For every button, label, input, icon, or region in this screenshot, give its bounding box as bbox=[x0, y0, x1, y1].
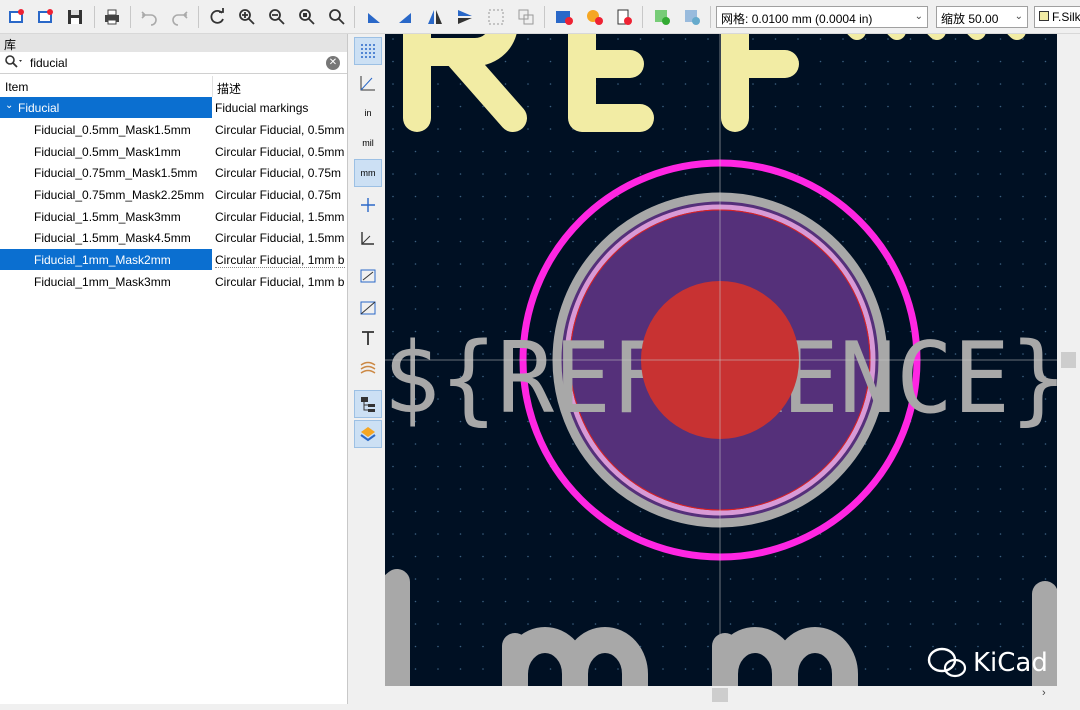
library-panel: 库 fiducial ✕ Item 描述 ⌄ Fiducial Fiducial… bbox=[0, 34, 348, 704]
scroll-right-icon[interactable]: › bbox=[1042, 687, 1046, 699]
local-coords-icon[interactable] bbox=[354, 224, 382, 252]
footprint-name: Fiducial_0.5mm_Mask1mm bbox=[34, 145, 181, 159]
group-icon[interactable] bbox=[484, 5, 508, 29]
rotate-cw-icon[interactable] bbox=[393, 5, 417, 29]
units-mm-label: mm bbox=[360, 168, 376, 178]
left-toolbar: in mil mm bbox=[352, 34, 384, 704]
library-group-row[interactable]: ⌄ Fiducial Fiducial markings bbox=[0, 97, 347, 118]
layer-color-swatch bbox=[1039, 11, 1049, 21]
pad-properties-icon[interactable] bbox=[582, 5, 606, 29]
layer-select[interactable]: F.Silk bbox=[1034, 6, 1080, 28]
pad-display-icon[interactable] bbox=[354, 262, 382, 290]
footprint-row[interactable]: Fiducial_1.5mm_Mask3mm Circular Fiducial,… bbox=[0, 206, 347, 227]
footprint-row[interactable]: Fiducial_1mm_Mask3mm Circular Fiducial, 1… bbox=[0, 271, 347, 292]
units-mil-button[interactable]: mil bbox=[354, 129, 382, 157]
footprint-desc: Circular Fiducial, 0.5mm bbox=[215, 123, 345, 137]
layer-value: F.Silk bbox=[1052, 10, 1080, 24]
footprint-properties-icon[interactable] bbox=[552, 5, 576, 29]
footprint-desc: Circular Fiducial, 1mm b bbox=[215, 253, 345, 268]
zoom-fit-icon[interactable] bbox=[295, 5, 319, 29]
footprint-row-selected[interactable]: Fiducial_1mm_Mask2mm Circular Fiducial, 1… bbox=[0, 249, 347, 270]
chevron-down-icon: ⌄ bbox=[1014, 11, 1023, 22]
chevron-down-icon: ⌄ bbox=[914, 11, 923, 22]
footprint-desc: Circular Fiducial, 0.75m bbox=[215, 166, 342, 180]
insert-into-board-icon[interactable] bbox=[680, 5, 704, 29]
vertical-scrollbar[interactable] bbox=[1057, 34, 1080, 686]
footprint-row[interactable]: Fiducial_0.5mm_Mask1mm Circular Fiducial,… bbox=[0, 141, 347, 162]
search-box[interactable]: fiducial ✕ bbox=[0, 52, 347, 74]
search-icon bbox=[4, 54, 24, 73]
library-column-header: Item 描述 bbox=[0, 76, 347, 98]
horizontal-scrollbar[interactable]: › bbox=[385, 686, 1057, 704]
new-footprint-icon[interactable] bbox=[4, 5, 28, 29]
search-input[interactable]: fiducial bbox=[30, 56, 67, 70]
zoom-out-icon[interactable] bbox=[265, 5, 289, 29]
library-group-desc: Fiducial markings bbox=[215, 101, 309, 115]
ungroup-icon[interactable] bbox=[514, 5, 538, 29]
footprint-desc: Circular Fiducial, 1.5mm bbox=[215, 231, 345, 245]
library-panel-title: 库 bbox=[0, 34, 347, 52]
column-description-header[interactable]: 描述 bbox=[217, 80, 241, 97]
zoom-in-icon[interactable] bbox=[235, 5, 259, 29]
load-from-board-icon[interactable] bbox=[650, 5, 674, 29]
zoom-value: 缩放 50.00 bbox=[941, 12, 999, 26]
vertical-scroll-thumb[interactable] bbox=[1061, 352, 1076, 368]
chevron-down-icon[interactable]: ⌄ bbox=[5, 100, 13, 111]
print-icon[interactable] bbox=[100, 5, 124, 29]
footprint-name: Fiducial_0.75mm_Mask2.25mm bbox=[34, 188, 205, 202]
footprint-name: Fiducial_0.75mm_Mask1.5mm bbox=[34, 166, 198, 180]
status-bar bbox=[0, 704, 1080, 710]
layers-manager-icon[interactable] bbox=[354, 420, 382, 448]
undo-icon[interactable] bbox=[137, 5, 161, 29]
units-inch-button[interactable]: in bbox=[354, 99, 382, 127]
footprint-name: Fiducial_1mm_Mask2mm bbox=[34, 253, 171, 267]
units-mm-button[interactable]: mm bbox=[354, 159, 382, 187]
footprint-name: Fiducial_0.5mm_Mask1.5mm bbox=[34, 123, 191, 137]
grid-label: 网格: bbox=[721, 12, 749, 26]
library-group-name: Fiducial bbox=[18, 101, 60, 115]
zoom-select[interactable]: 缩放 50.00 ⌄ bbox=[936, 6, 1028, 28]
clear-search-icon[interactable]: ✕ bbox=[326, 56, 340, 70]
grid-toggle-icon[interactable] bbox=[354, 37, 382, 65]
mirror-horizontal-icon[interactable] bbox=[423, 5, 447, 29]
new-footprint-wizard-icon[interactable] bbox=[33, 5, 57, 29]
watermark-text: KiCad bbox=[973, 648, 1048, 678]
footprint-desc: Circular Fiducial, 0.5mm bbox=[215, 145, 345, 159]
mirror-vertical-icon[interactable] bbox=[453, 5, 477, 29]
footprint-desc: Circular Fiducial, 1.5mm bbox=[215, 210, 345, 224]
main-toolbar: 网格: 0.0100 mm (0.0004 in) ⌄ 缩放 50.00 ⌄ F… bbox=[0, 0, 1080, 34]
footprint-row[interactable]: Fiducial_1.5mm_Mask4.5mm Circular Fiducia… bbox=[0, 227, 347, 248]
footprint-row[interactable]: Fiducial_0.75mm_Mask2.25mm Circular Fiduc… bbox=[0, 184, 347, 205]
footprint-name: Fiducial_1.5mm_Mask4.5mm bbox=[34, 231, 191, 245]
column-item-header[interactable]: Item bbox=[5, 80, 28, 94]
contrast-mode-icon[interactable] bbox=[354, 354, 382, 382]
footprint-canvas[interactable]: ${REFERENCE} KiCad bbox=[385, 34, 1057, 686]
footprint-name: Fiducial_1mm_Mask3mm bbox=[34, 275, 171, 289]
redo-icon[interactable] bbox=[168, 5, 192, 29]
footprint-desc: Circular Fiducial, 1mm b bbox=[215, 275, 345, 289]
graphic-outline-icon[interactable] bbox=[354, 294, 382, 322]
save-icon[interactable] bbox=[63, 5, 87, 29]
footprint-tree-icon[interactable] bbox=[354, 390, 382, 418]
polar-coords-icon[interactable] bbox=[354, 69, 382, 97]
units-inch-label: in bbox=[364, 108, 372, 118]
cursor-shape-icon[interactable] bbox=[354, 191, 382, 219]
text-outline-icon[interactable] bbox=[354, 324, 382, 352]
footprint-checker-icon[interactable] bbox=[612, 5, 636, 29]
horizontal-scroll-thumb[interactable] bbox=[712, 688, 728, 702]
footprint-row[interactable]: Fiducial_0.5mm_Mask1.5mm Circular Fiducia… bbox=[0, 119, 347, 140]
refresh-icon[interactable] bbox=[205, 5, 229, 29]
units-mil-label: mil bbox=[362, 138, 374, 148]
footprint-name: Fiducial_1.5mm_Mask3mm bbox=[34, 210, 181, 224]
rotate-ccw-icon[interactable] bbox=[362, 5, 386, 29]
grid-value: 0.0100 mm (0.0004 in) bbox=[751, 12, 873, 26]
footprint-desc: Circular Fiducial, 0.75m bbox=[215, 188, 342, 202]
grid-select[interactable]: 网格: 0.0100 mm (0.0004 in) ⌄ bbox=[716, 6, 928, 28]
footprint-row[interactable]: Fiducial_0.75mm_Mask1.5mm Circular Fiduci… bbox=[0, 162, 347, 183]
zoom-selection-icon[interactable] bbox=[325, 5, 349, 29]
